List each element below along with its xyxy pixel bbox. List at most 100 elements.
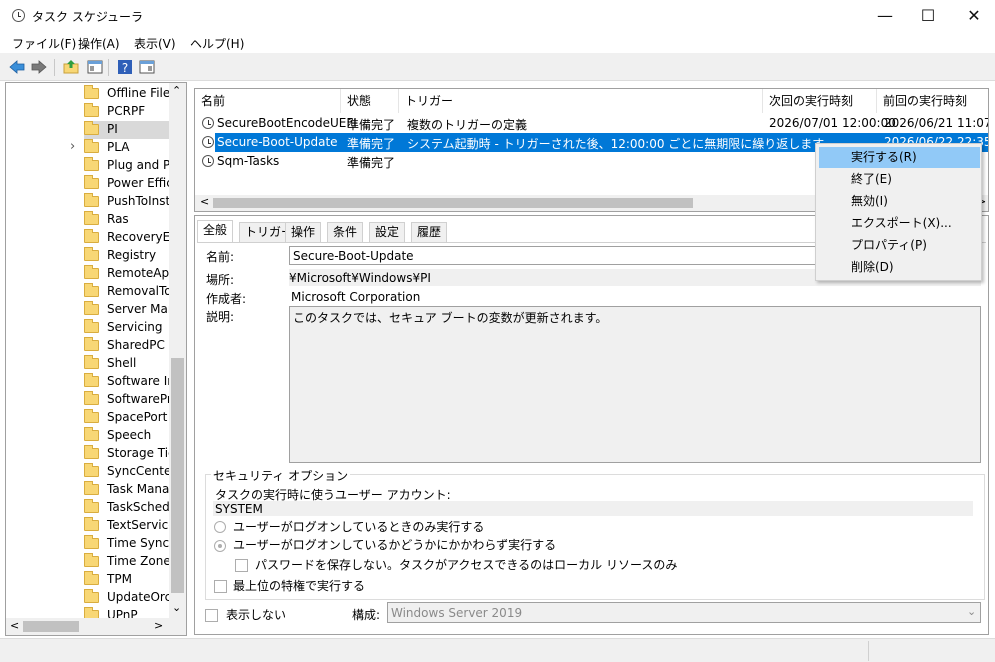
- folder-icon: [84, 301, 99, 315]
- menu-action[interactable]: 操作(A): [78, 35, 120, 52]
- tree-item[interactable]: PushToInstall: [84, 193, 170, 211]
- tree-item[interactable]: TextServices: [84, 517, 170, 535]
- tree-vertical-scrollbar[interactable]: ⌃ ⌄: [169, 83, 186, 618]
- show-hide-action-pane-icon[interactable]: [138, 58, 156, 76]
- task-clock-icon: [202, 117, 214, 129]
- tree-item[interactable]: RemoteApp: [84, 265, 170, 283]
- folder-icon: [84, 463, 99, 477]
- show-hide-console-tree-icon[interactable]: [86, 58, 104, 76]
- tab-conditions[interactable]: 条件: [327, 222, 364, 242]
- tree-item[interactable]: Ras: [84, 211, 170, 229]
- menu-item-delete[interactable]: 削除(D): [819, 257, 980, 278]
- description-field[interactable]: このタスクでは、セキュア ブートの変数が更新されます。: [289, 306, 981, 463]
- tree-item[interactable]: Plug and Play: [84, 157, 170, 175]
- list-scroll-thumb[interactable]: [213, 198, 693, 208]
- tab-history[interactable]: 履歴: [411, 222, 448, 242]
- tree-item[interactable]: TaskScheduler: [84, 499, 170, 517]
- forward-arrow-icon[interactable]: [30, 58, 48, 76]
- tree-item[interactable]: UpdateOrchestrator: [84, 589, 170, 607]
- checkbox-hidden[interactable]: [205, 609, 218, 622]
- tree-item[interactable]: SoftwareProtection: [84, 391, 170, 409]
- column-header-name[interactable]: 名前: [195, 89, 341, 113]
- scroll-right-icon[interactable]: >: [154, 619, 163, 632]
- maximize-button[interactable]: ☐: [905, 0, 951, 31]
- tree-scroll-thumb[interactable]: [171, 358, 184, 593]
- tree-horizontal-scrollbar[interactable]: < >: [6, 618, 186, 635]
- column-header-status[interactable]: 状態: [341, 89, 399, 113]
- menu-view[interactable]: 表示(V): [134, 35, 176, 52]
- folder-icon: [84, 175, 99, 189]
- menu-item-disable[interactable]: 無効(I): [819, 191, 980, 212]
- folder-icon: [84, 481, 99, 495]
- svg-text:?: ?: [122, 61, 128, 75]
- tree-item[interactable]: Storage Tiers: [84, 445, 170, 463]
- chevron-down-icon: ⌄: [967, 605, 977, 618]
- tree-item[interactable]: Time Zone: [84, 553, 170, 571]
- tree-item[interactable]: Server Manager: [84, 301, 170, 319]
- console-tree[interactable]: Offline Files PCRPF PI › PLA Plug and Pl…: [5, 82, 187, 636]
- scroll-up-icon[interactable]: ⌃: [172, 84, 181, 97]
- help-icon[interactable]: ?: [116, 58, 134, 76]
- tree-item[interactable]: Time Synchronization: [84, 535, 170, 553]
- menu-item-properties[interactable]: プロパティ(P): [819, 235, 980, 256]
- folder-icon: [84, 319, 99, 333]
- folder-icon: [84, 535, 99, 549]
- tree-item[interactable]: Software Inventory: [84, 373, 170, 391]
- account-field-bg: [213, 501, 973, 516]
- run-as-account-value: SYSTEM: [215, 502, 263, 516]
- tree-item[interactable]: SyncCenter: [84, 463, 170, 481]
- tab-general[interactable]: 全般: [197, 220, 234, 243]
- minimize-button[interactable]: —: [862, 0, 908, 31]
- scroll-down-icon[interactable]: ⌄: [172, 601, 181, 614]
- tree-item[interactable]: Task Manager: [84, 481, 170, 499]
- tree-item[interactable]: SpacePort: [84, 409, 170, 427]
- checkbox-do-not-store-password[interactable]: [235, 559, 248, 572]
- tree-item[interactable]: TPM: [84, 571, 170, 589]
- expand-chevron-icon[interactable]: ›: [70, 139, 75, 154]
- tree-item[interactable]: Offline Files: [84, 85, 170, 103]
- column-header-next-run[interactable]: 次回の実行時刻: [763, 89, 877, 113]
- scroll-left-icon[interactable]: <: [10, 619, 19, 632]
- tree-item[interactable]: Power Efficiency: [84, 175, 170, 193]
- table-row[interactable]: SecureBootEncodeUEFI 準備完了 複数のトリガーの定義 202…: [195, 114, 988, 133]
- scroll-left-icon[interactable]: <: [200, 195, 209, 208]
- close-button[interactable]: ✕: [951, 0, 995, 31]
- checkbox-highest-privileges[interactable]: [214, 580, 227, 593]
- back-arrow-icon[interactable]: [8, 58, 26, 76]
- task-clock-icon: [202, 136, 214, 148]
- up-folder-icon[interactable]: [62, 58, 80, 76]
- tree-item[interactable]: Servicing: [84, 319, 170, 337]
- menu-item-end[interactable]: 終了(E): [819, 169, 980, 190]
- menu-help[interactable]: ヘルプ(H): [190, 35, 244, 52]
- radio-run-logged-on-only[interactable]: [214, 521, 226, 533]
- tree-item[interactable]: Shell: [84, 355, 170, 373]
- menu-item-export[interactable]: エクスポート(X)...: [819, 213, 980, 234]
- author-value: Microsoft Corporation: [291, 290, 421, 304]
- tab-settings[interactable]: 設定: [369, 222, 406, 242]
- tree-item-selected[interactable]: PI: [84, 121, 170, 139]
- tree-item[interactable]: Registry: [84, 247, 170, 265]
- column-header-trigger[interactable]: トリガー: [399, 89, 763, 113]
- configure-for-label: 構成:: [352, 608, 381, 622]
- tree-item[interactable]: PLA: [84, 139, 170, 157]
- tree-item[interactable]: RecoveryEnvironment: [84, 229, 170, 247]
- menu-item-run[interactable]: 実行する(R): [819, 147, 980, 168]
- tree-item[interactable]: Speech: [84, 427, 170, 445]
- tree-item[interactable]: PCRPF: [84, 103, 170, 121]
- toolbar-separator: [108, 59, 109, 76]
- toolbar: ?: [0, 53, 995, 81]
- folder-icon: [84, 571, 99, 585]
- configure-for-select[interactable]: Windows Server 2019: [387, 602, 981, 623]
- tree-item[interactable]: SharedPC: [84, 337, 170, 355]
- column-header-last-run[interactable]: 前回の実行時刻: [877, 89, 988, 113]
- menu-file[interactable]: ファイル(F): [12, 35, 76, 52]
- do-not-store-password-label: パスワードを保存しない。タスクがアクセスできるのはローカル リソースのみ: [255, 558, 678, 572]
- tree-item[interactable]: RemovalTools: [84, 283, 170, 301]
- window-title: タスク スケジューラ: [32, 10, 143, 24]
- context-menu: 実行する(R) 終了(E) 無効(I) エクスポート(X)... プロパティ(P…: [815, 143, 982, 281]
- radio-run-whether-logged-on[interactable]: [214, 540, 226, 552]
- tab-actions[interactable]: 操作: [285, 222, 322, 242]
- tree-hscroll-thumb[interactable]: [23, 621, 79, 632]
- radio-run-logged-on-only-label: ユーザーがログオンしているときのみ実行する: [233, 520, 485, 534]
- folder-icon: [84, 121, 99, 135]
